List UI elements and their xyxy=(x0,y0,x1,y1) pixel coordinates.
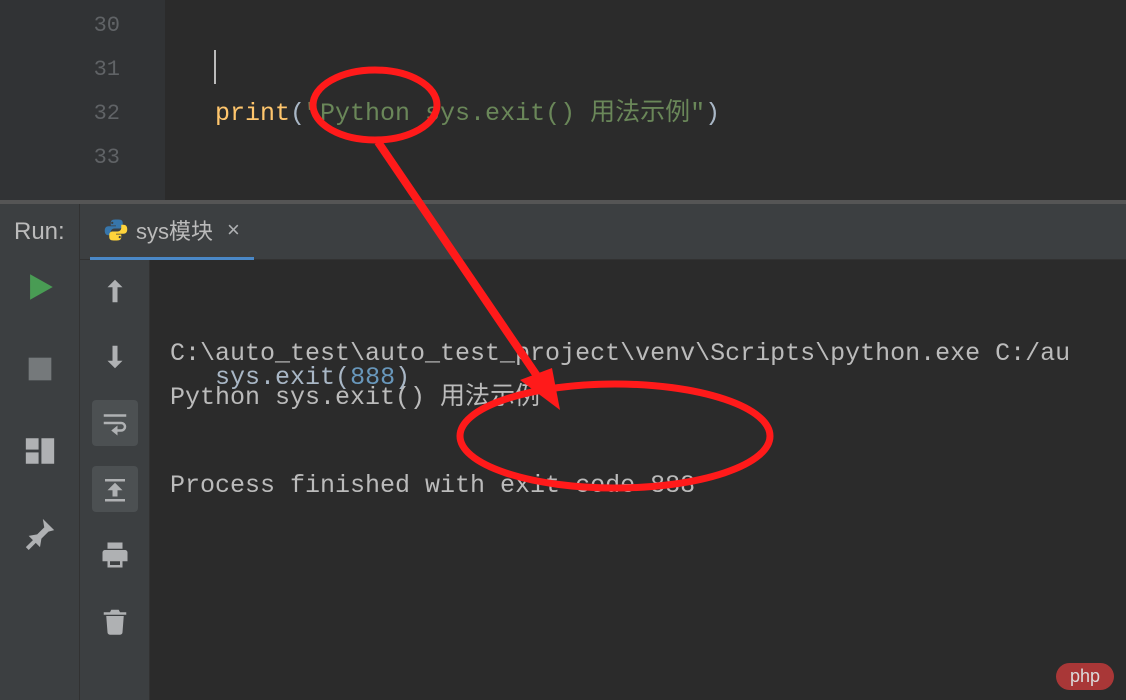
token-paren: ) xyxy=(395,363,410,392)
token-identifier: sys xyxy=(215,363,260,392)
token-method: exit xyxy=(275,363,335,392)
run-action-sidebar: Run: xyxy=(0,204,80,700)
line-number: 32 xyxy=(0,92,165,136)
run-title: Run: xyxy=(0,204,79,246)
token-dot: . xyxy=(260,363,275,392)
clear-all-button[interactable] xyxy=(92,598,138,644)
soft-wrap-button[interactable] xyxy=(92,400,138,446)
trash-icon xyxy=(100,606,130,636)
ide-workspace: 30 31 32 33 print("Python sys.exit() 用法示… xyxy=(0,0,1126,700)
code-line-empty xyxy=(215,224,1126,268)
wrap-icon xyxy=(100,408,130,438)
layout-icon xyxy=(23,434,57,468)
arrow-down-icon xyxy=(100,342,130,372)
printer-icon xyxy=(100,540,130,570)
python-file-icon xyxy=(104,218,128,242)
stop-icon xyxy=(23,352,57,386)
pin-button[interactable] xyxy=(0,492,80,574)
watermark-badge: php xyxy=(1056,663,1114,690)
line-number-gutter: 30 31 32 33 xyxy=(0,0,165,200)
token-string: "Python sys.exit() 用法示例" xyxy=(305,99,705,128)
line-number: 30 xyxy=(0,4,165,48)
scroll-up-button[interactable] xyxy=(92,268,138,314)
play-icon xyxy=(23,270,57,304)
line-number: 31 xyxy=(0,48,165,92)
print-button[interactable] xyxy=(92,532,138,578)
code-line: sys.exit(888) xyxy=(215,356,1126,400)
token-paren: ( xyxy=(335,363,350,392)
line-number: 33 xyxy=(0,136,165,180)
scroll-to-end-button[interactable] xyxy=(92,466,138,512)
console-tool-column xyxy=(80,260,150,700)
layout-settings-button[interactable] xyxy=(0,410,80,492)
code-content[interactable]: print("Python sys.exit() 用法示例") sys.exit… xyxy=(165,0,1126,200)
stop-button[interactable] xyxy=(0,328,80,410)
code-line-empty xyxy=(215,488,1126,532)
code-line: print("Python sys.exit() 用法示例") xyxy=(215,92,1126,136)
scroll-end-icon xyxy=(100,474,130,504)
token-number: 888 xyxy=(350,363,395,392)
token-paren: ) xyxy=(705,99,720,128)
token-function: print xyxy=(215,99,290,128)
editor-caret xyxy=(214,50,216,84)
pin-icon xyxy=(23,516,57,550)
run-tab-label: sys模块 xyxy=(136,214,213,246)
rerun-button[interactable] xyxy=(0,246,80,328)
token-paren: ( xyxy=(290,99,305,128)
editor-pane[interactable]: 30 31 32 33 print("Python sys.exit() 用法示… xyxy=(0,0,1126,200)
scroll-down-button[interactable] xyxy=(92,334,138,380)
arrow-up-icon xyxy=(100,276,130,306)
